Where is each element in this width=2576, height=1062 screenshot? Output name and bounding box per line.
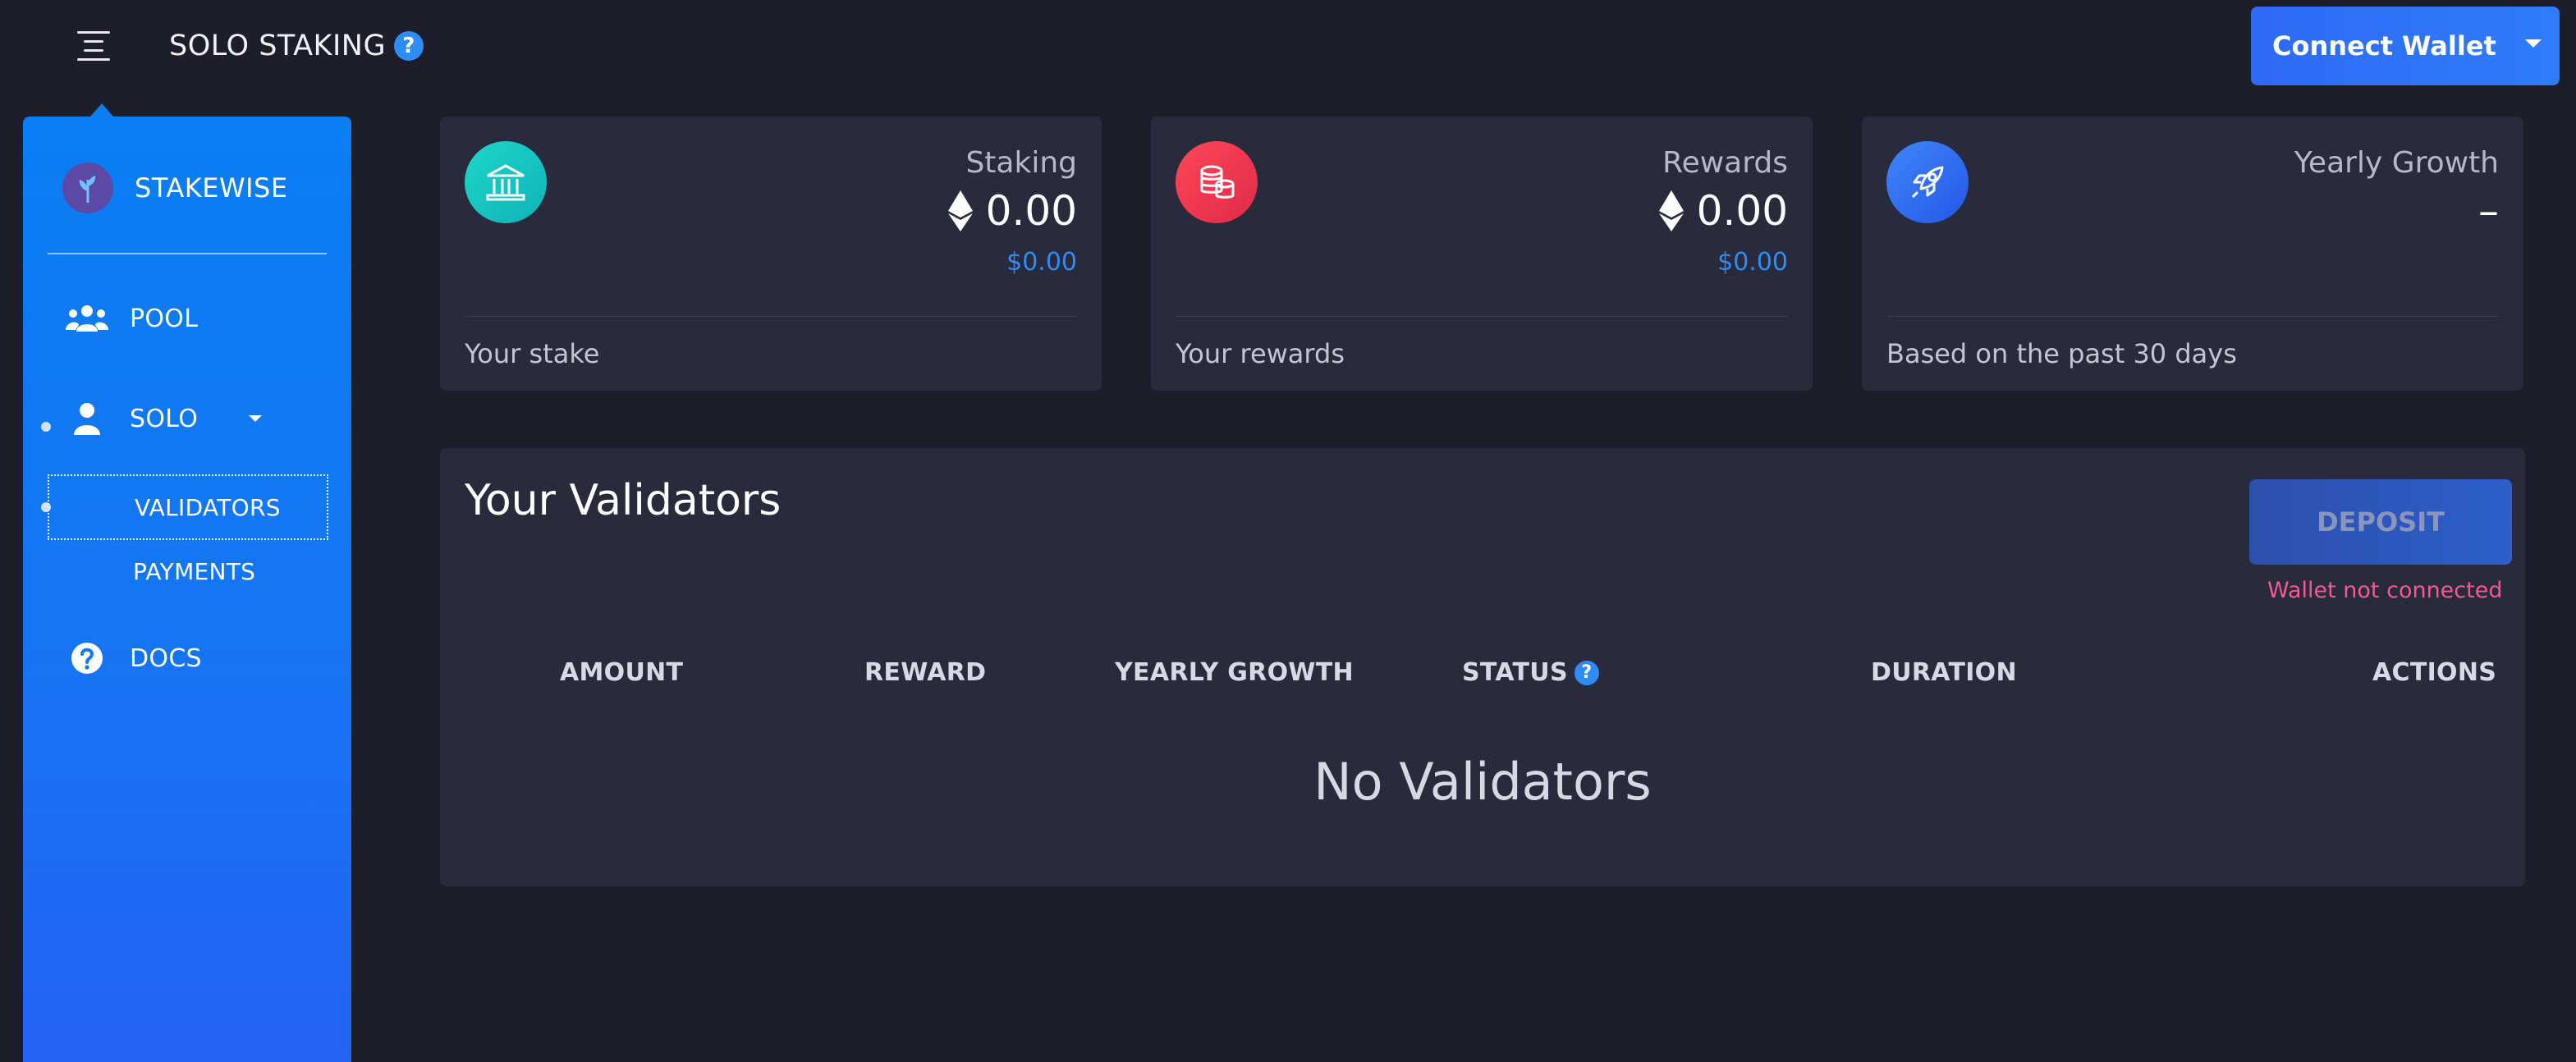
stat-value: 0.00 — [1658, 187, 1788, 235]
stat-value: – — [2478, 187, 2499, 235]
sidebar-item-pool[interactable]: POOL — [62, 304, 198, 333]
help-icon[interactable]: ? — [394, 31, 424, 61]
column-header-duration[interactable]: DURATION — [1871, 658, 2017, 687]
stat-value-text: 0.00 — [1696, 187, 1788, 235]
ethereum-icon — [947, 190, 973, 231]
stat-card-rewards: Rewards 0.00 $0.00 Your rewards — [1151, 117, 1813, 391]
divider — [465, 316, 1077, 317]
stat-usd: $0.00 — [1717, 248, 1788, 277]
column-header-reward[interactable]: REWARD — [864, 658, 986, 687]
sidebar-item-docs[interactable]: DOCS — [62, 642, 202, 675]
sidebar-item-solo[interactable]: SOLO — [62, 402, 263, 435]
stat-footer: Your rewards — [1176, 338, 1345, 369]
stat-value-text: 0.00 — [985, 187, 1077, 235]
coins-icon — [1176, 141, 1258, 223]
stat-value-text: – — [2478, 187, 2499, 235]
brand-name: STAKEWISE — [135, 172, 288, 204]
stakewise-logo-icon — [62, 163, 113, 213]
stat-footer: Based on the past 30 days — [1886, 338, 2237, 369]
column-header-label: STATUS — [1462, 658, 1568, 687]
sidebar-item-label: POOL — [130, 304, 199, 333]
divider — [1176, 316, 1788, 317]
rocket-icon — [1886, 141, 1969, 223]
sidebar-item-label: SOLO — [130, 404, 199, 433]
column-header-yearly-growth[interactable]: YEARLY GROWTH — [1115, 658, 1354, 687]
help-icon[interactable]: ? — [1574, 660, 1599, 685]
validators-panel: Your Validators DEPOSIT Wallet not conne… — [440, 448, 2525, 886]
sidebar-subitem-payments[interactable]: PAYMENTS — [133, 558, 255, 585]
sidebar: STAKEWISE POOL SOLO VALIDATORS PAYMENTS … — [23, 103, 351, 1062]
page-title: SOLO STAKING ? — [169, 30, 424, 62]
deposit-button[interactable]: DEPOSIT — [2249, 479, 2512, 565]
column-header-status[interactable]: STATUS ? — [1462, 658, 1599, 687]
bank-icon — [465, 141, 547, 223]
stat-card-staking: Staking 0.00 $0.00 Your stake — [440, 117, 1102, 391]
sidebar-item-label: DOCS — [130, 643, 202, 673]
stat-value: 0.00 — [947, 187, 1077, 235]
stat-label: Staking — [965, 146, 1077, 180]
page-title-text: SOLO STAKING — [169, 30, 387, 62]
divider — [48, 253, 327, 254]
users-icon — [62, 304, 112, 333]
divider — [1886, 316, 2499, 317]
chevron-down-icon[interactable] — [249, 415, 263, 422]
stat-footer: Your stake — [465, 338, 600, 369]
stat-card-yearly-growth: Yearly Growth – Based on the past 30 day… — [1862, 117, 2523, 391]
help-circle-icon — [62, 642, 112, 675]
stat-label: Rewards — [1662, 146, 1788, 180]
connect-wallet-label: Connect Wallet — [2272, 30, 2496, 62]
active-indicator — [41, 422, 51, 432]
wallet-warning: Wallet not connected — [2267, 578, 2503, 603]
column-header-actions: ACTIONS — [2372, 658, 2497, 687]
section-title: Your Validators — [465, 476, 782, 525]
brand[interactable]: STAKEWISE — [62, 163, 288, 213]
stat-label: Yearly Growth — [2294, 146, 2499, 180]
ethereum-icon — [1658, 190, 1684, 231]
chevron-down-icon[interactable] — [2525, 39, 2542, 48]
empty-state: No Validators — [1313, 752, 1652, 812]
column-header-amount[interactable]: AMOUNT — [560, 658, 683, 687]
connect-wallet-button[interactable]: Connect Wallet — [2251, 7, 2560, 85]
sidebar-subitem-validators[interactable]: VALIDATORS — [48, 474, 328, 540]
stat-usd: $0.00 — [1006, 248, 1077, 277]
menu-toggle-icon[interactable] — [74, 31, 118, 64]
sidebar-subitem-label: VALIDATORS — [135, 493, 281, 521]
user-icon — [62, 402, 112, 435]
